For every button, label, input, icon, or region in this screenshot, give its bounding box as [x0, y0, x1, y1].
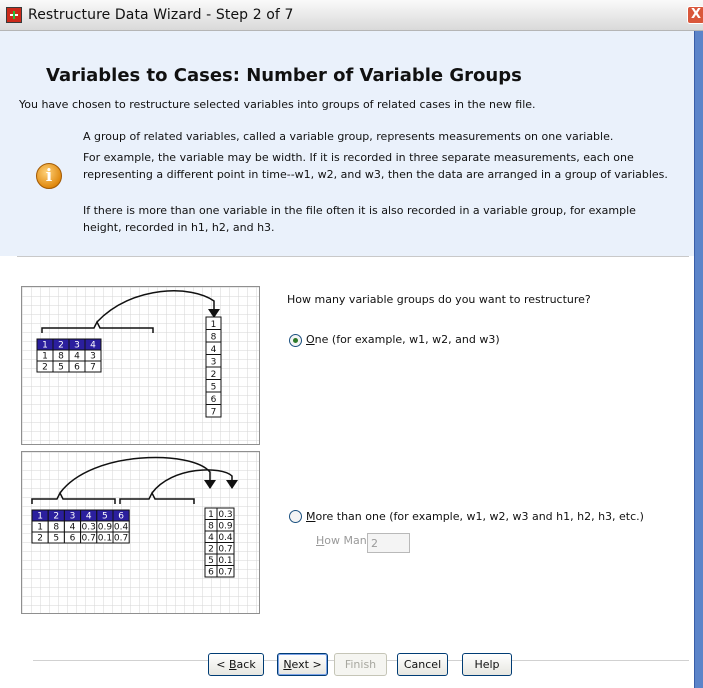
table-cell: 3 — [90, 352, 96, 362]
result-cell: 0.7 — [218, 568, 232, 578]
illustration-one-group: 1234 18432567 18432567 — [21, 286, 260, 445]
table-cell: 6 — [70, 534, 76, 544]
source-table: 123456 1 8 4 0.3 0.9 0.42 5 6 0.7 0.1 0.7 — [31, 509, 130, 544]
intro-text: You have chosen to restructure selected … — [19, 98, 536, 111]
result-cell: 5 — [211, 383, 217, 393]
result-cell: 0.7 — [218, 545, 232, 555]
table-cell: 0.7 — [82, 534, 96, 544]
next-button[interactable]: Next > — [277, 653, 328, 676]
table-header-cell: 6 — [118, 512, 124, 522]
app-icon — [6, 7, 22, 23]
result-cell: 8 — [211, 333, 217, 343]
option-more-radio[interactable] — [289, 510, 302, 523]
result-cell: 2 — [211, 370, 217, 380]
table-cell: 2 — [42, 363, 48, 373]
table-cell: 2 — [37, 534, 43, 544]
option-one-label[interactable]: One (for example, w1, w2, and w3) — [306, 333, 500, 346]
groups-question: How many variable groups do you want to … — [287, 293, 591, 306]
table-cell: 0.1 — [98, 534, 112, 544]
table-header-cell: 5 — [102, 512, 108, 522]
table-header-cell: 1 — [37, 512, 43, 522]
table-cell: 4 — [70, 523, 76, 533]
restructure-wizard-window: Restructure Data Wizard - Step 2 of 7 X … — [0, 0, 703, 688]
table-cell: 0.3 — [82, 523, 96, 533]
finish-button[interactable]: Finish — [334, 653, 387, 676]
result-cell: 2 — [208, 545, 214, 555]
page-heading: Variables to Cases: Number of Variable G… — [46, 65, 522, 86]
result-column: 1 8 4 3 2 5 6 7 — [205, 316, 222, 418]
table-header-cell: 2 — [53, 512, 59, 522]
illustration-multiple-groups: 123456 1 8 4 0.3 0.9 0.4 2 5 6 0.7 0.1 0.7 1 8 4 2 5 6 0.… — [21, 451, 260, 614]
explanation-paragraph-3: If there is more than one variable in th… — [83, 204, 636, 234]
table-cell: 1 — [42, 352, 48, 362]
result-cell: 3 — [211, 358, 217, 368]
table-cell: 8 — [53, 523, 59, 533]
table-cell: 0.7 — [114, 534, 128, 544]
table-cell: 5 — [53, 534, 59, 544]
result-cell: 6 — [211, 395, 217, 405]
table-cell: 1 — [37, 523, 43, 533]
result-cell: 4 — [211, 345, 217, 355]
result-cell: 6 — [208, 568, 214, 578]
source-table: 1234 1 8 4 32 5 6 7 — [36, 338, 102, 373]
table-header-cell: 1 — [42, 341, 48, 351]
result-cell: 4 — [208, 533, 214, 543]
window-title: Restructure Data Wizard - Step 2 of 7 — [28, 7, 294, 23]
result-cell: 0.4 — [218, 533, 233, 543]
explanation-paragraph-2: For example, the variable may be width. … — [83, 151, 668, 181]
table-cell: 0.4 — [114, 523, 129, 533]
title-bar[interactable]: Restructure Data Wizard - Step 2 of 7 X — [0, 0, 703, 31]
table-header-cell: 4 — [90, 341, 96, 351]
close-button[interactable]: X — [687, 6, 703, 24]
result-cell: 5 — [208, 556, 214, 566]
info-icon: i — [36, 163, 62, 189]
table-cell: 7 — [90, 363, 96, 373]
table-header-cell: 2 — [58, 341, 64, 351]
table-cell: 5 — [58, 363, 64, 373]
table-cell: 4 — [74, 352, 80, 362]
back-button[interactable]: < Back — [208, 653, 264, 676]
result-cell: 1 — [208, 510, 214, 520]
table-header-cell: 3 — [74, 341, 80, 351]
result-cell: 0.1 — [218, 556, 232, 566]
explanation-paragraph-1: A group of related variables, called a v… — [83, 130, 614, 143]
option-one-radio[interactable] — [289, 334, 302, 347]
result-cell: 7 — [211, 408, 217, 418]
option-more-label[interactable]: More than one (for example, w1, w2, w3 a… — [306, 510, 644, 523]
window-frame-right — [694, 31, 703, 688]
dialog-content: Variables to Cases: Number of Variable G… — [0, 31, 703, 688]
result-cell: 0.3 — [218, 510, 232, 520]
table-cell: 0.9 — [98, 523, 113, 533]
table-header-cell: 3 — [70, 512, 76, 522]
wizard-header: Variables to Cases: Number of Variable G… — [0, 31, 703, 256]
help-button[interactable]: Help — [462, 653, 512, 676]
result-cell: 8 — [208, 522, 214, 532]
table-cell: 6 — [74, 363, 80, 373]
table-cell: 8 — [58, 352, 64, 362]
result-columns: 1842560.30.90.40.70.10.7 — [204, 507, 235, 578]
table-header-cell: 4 — [86, 512, 92, 522]
cancel-button[interactable]: Cancel — [397, 653, 448, 676]
how-many-input[interactable]: 2 — [367, 533, 410, 553]
result-cell: 1 — [211, 320, 217, 330]
result-cell: 0.9 — [218, 522, 233, 532]
header-separator — [17, 256, 689, 257]
